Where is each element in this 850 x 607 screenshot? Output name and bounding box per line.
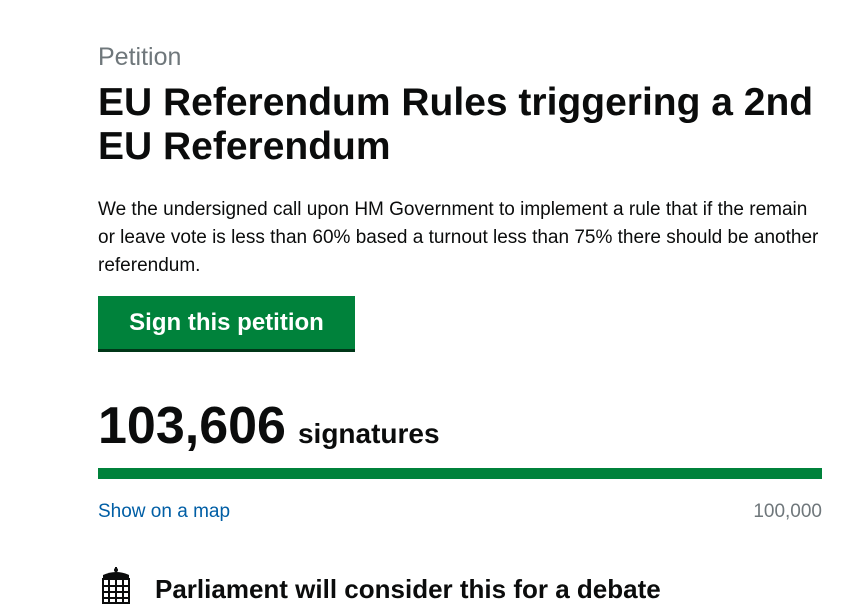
petition-description: We the undersigned call upon HM Governme…: [98, 199, 819, 276]
show-on-map-link[interactable]: Show on a map: [98, 500, 230, 524]
portcullis-icon: [102, 567, 130, 604]
petition-kicker: Petition: [98, 43, 182, 71]
page-title: EU Referendum Rules triggering a 2nd EU …: [98, 81, 814, 168]
signature-label: signatures: [297, 418, 440, 449]
signature-count: 103,606: [98, 397, 286, 455]
signature-progress-fill: [98, 468, 822, 479]
sign-petition-button[interactable]: Sign this petition: [98, 296, 355, 352]
debate-heading: Parliament will consider this for a deba…: [155, 574, 661, 604]
signature-threshold: 100,000: [753, 501, 822, 522]
signature-progress-bar: [98, 468, 822, 479]
signature-summary: 103,606 signatures: [98, 396, 440, 456]
petition-page: Petition EU Referendum Rules triggering …: [98, 0, 822, 604]
